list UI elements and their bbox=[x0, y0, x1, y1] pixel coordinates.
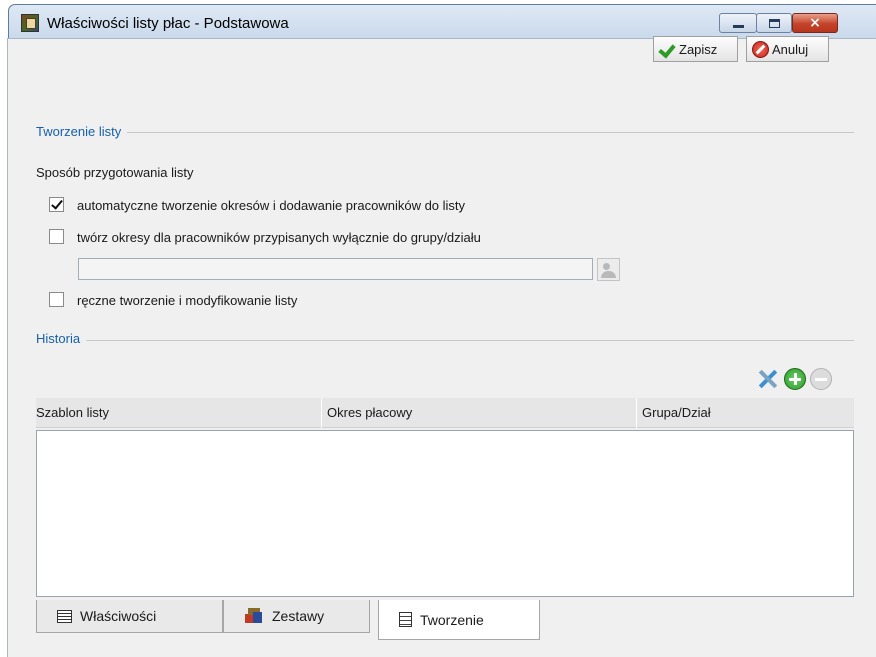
column-separator[interactable] bbox=[321, 398, 322, 428]
app-icon[interactable] bbox=[21, 14, 39, 32]
history-section-title: Historia bbox=[36, 331, 87, 346]
close-button[interactable]: × bbox=[792, 13, 838, 33]
group-only-label[interactable]: twórz okresy dla pracowników przypisanyc… bbox=[77, 230, 481, 245]
group-field[interactable] bbox=[78, 258, 593, 280]
tab-sets[interactable]: Zestawy bbox=[223, 600, 370, 633]
tab-label: Zestawy bbox=[272, 608, 325, 624]
column-period[interactable]: Okres płacowy bbox=[327, 405, 412, 420]
creation-section-title: Tworzenie listy bbox=[36, 124, 128, 139]
cancel-button-label: Anuluj bbox=[772, 41, 809, 57]
cancel-icon bbox=[752, 40, 769, 58]
remove-icon[interactable] bbox=[810, 368, 832, 390]
manual-create-checkbox[interactable] bbox=[49, 292, 64, 307]
close-icon: × bbox=[809, 15, 821, 31]
method-label: Sposób przygotowania listy bbox=[36, 165, 194, 180]
tab-label: Tworzenie bbox=[420, 611, 484, 628]
tools-icon[interactable] bbox=[757, 368, 779, 390]
section-divider bbox=[36, 340, 854, 341]
document-icon bbox=[399, 612, 412, 627]
checkmark-icon bbox=[659, 42, 676, 57]
tab-properties[interactable]: Właściwości bbox=[36, 600, 223, 633]
manual-create-label[interactable]: ręczne tworzenie i modyfikowanie listy bbox=[77, 293, 297, 308]
properties-icon bbox=[57, 609, 72, 623]
column-separator[interactable] bbox=[636, 398, 637, 428]
tab-create[interactable]: Tworzenie bbox=[378, 600, 540, 640]
history-grid-header: Szablon listy Okres płacowy Grupa/Dział bbox=[36, 398, 854, 428]
history-grid[interactable] bbox=[36, 430, 854, 597]
save-button[interactable]: Zapisz bbox=[653, 36, 738, 62]
minimize-icon bbox=[732, 25, 744, 28]
column-group[interactable]: Grupa/Dział bbox=[642, 405, 711, 420]
save-button-label: Zapisz bbox=[679, 41, 718, 57]
maximize-button[interactable] bbox=[756, 13, 792, 33]
auto-create-label[interactable]: automatyczne tworzenie okresów i dodawan… bbox=[77, 198, 465, 213]
window-title: Właściwości listy płac - Podstawowa bbox=[47, 15, 289, 32]
section-divider bbox=[36, 132, 854, 133]
select-group-icon[interactable] bbox=[597, 258, 620, 281]
group-only-checkbox[interactable] bbox=[49, 229, 64, 244]
minimize-button[interactable] bbox=[719, 13, 757, 33]
column-template[interactable]: Szablon listy bbox=[36, 405, 109, 420]
add-icon[interactable] bbox=[784, 368, 806, 390]
sets-icon bbox=[244, 608, 264, 624]
auto-create-checkbox[interactable] bbox=[49, 197, 64, 212]
tab-label: Właściwości bbox=[80, 608, 157, 624]
maximize-icon bbox=[768, 18, 780, 28]
cancel-button[interactable]: Anuluj bbox=[746, 36, 829, 62]
